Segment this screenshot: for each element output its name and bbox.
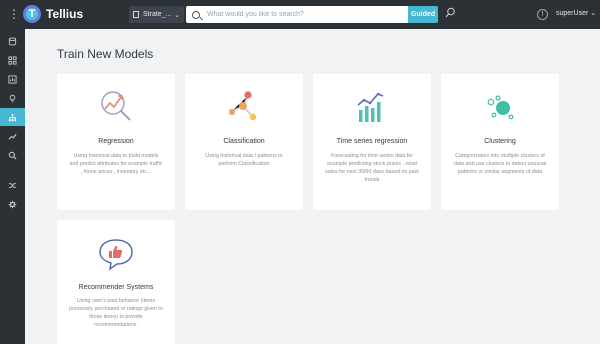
shuffle-icon	[8, 182, 17, 188]
time-series-chart-icon	[357, 92, 384, 122]
user-name: superUser	[556, 10, 589, 17]
card-title: Time series regression	[336, 138, 408, 145]
card-description: Using historical data to build models an…	[69, 153, 163, 175]
sidebar-item-search[interactable]	[0, 146, 25, 164]
app-logo[interactable]: Tellius	[23, 5, 83, 23]
model-card-time-series-regression[interactable]: Time series regression Forecasting for t…	[313, 74, 431, 210]
sidebar-item-data[interactable]	[0, 32, 25, 50]
card-description: Using historical data / patterns to perf…	[205, 153, 283, 167]
card-description: Using user's past behavior (items previo…	[69, 298, 163, 328]
recommendation-chat-icon	[99, 239, 133, 271]
guided-button[interactable]: Guided	[408, 6, 438, 23]
search-bar	[186, 6, 408, 23]
regression-icon	[101, 91, 131, 121]
card-description: Categorization into multiple clusters of…	[453, 153, 547, 175]
sidebar-item-trends[interactable]	[0, 127, 25, 145]
dashboard-icon	[8, 74, 17, 84]
gear-icon	[8, 200, 17, 208]
hierarchy-icon	[8, 113, 17, 121]
card-title: Recommender Systems	[78, 284, 154, 291]
app-name: Tellius	[46, 7, 84, 21]
dataset-label: Strate_...	[143, 11, 172, 18]
model-card-clustering[interactable]: Clustering Categorization into multiple …	[441, 74, 559, 210]
card-title: Clustering	[484, 138, 516, 145]
card-title: Regression	[98, 138, 134, 145]
sidebar	[0, 29, 25, 344]
chevron-down-icon: ⌄	[590, 10, 597, 17]
search-input[interactable]	[207, 11, 408, 18]
sidebar-item-vizpad[interactable]	[0, 70, 25, 88]
chevron-down-icon: ⌄	[174, 11, 180, 19]
card-description: Forecasting for time series data for exa…	[325, 153, 419, 183]
classification-icon	[229, 91, 257, 121]
model-card-regression[interactable]: Regression Using historical data to buil…	[57, 74, 175, 210]
dataset-icon	[133, 11, 139, 18]
lightbulb-icon	[9, 94, 16, 102]
sidebar-item-predict[interactable]	[0, 108, 25, 126]
search-icon	[8, 151, 17, 159]
dataset-selector[interactable]: Strate_... ⌄	[129, 6, 184, 23]
kebab-menu-icon[interactable]: ⋮	[8, 7, 20, 22]
sidebar-item-explore[interactable]	[0, 51, 25, 69]
top-bar: ⋮ Tellius Strate_... ⌄ Guided ! superUse…	[0, 0, 600, 29]
grid-icon	[8, 55, 17, 65]
page-title: Train New Models	[57, 47, 154, 61]
database-icon	[8, 36, 17, 46]
card-title: Classification	[223, 138, 265, 145]
search-icon	[192, 10, 200, 19]
clustering-icon	[487, 95, 514, 120]
info-icon[interactable]: !	[537, 9, 548, 20]
tellius-logo-icon	[23, 5, 41, 23]
sidebar-item-insights[interactable]	[0, 89, 25, 107]
voice-search-icon[interactable]	[443, 7, 458, 22]
trend-line-icon	[8, 133, 17, 140]
sidebar-item-flows[interactable]	[0, 176, 25, 194]
user-menu[interactable]: superUser ⌄	[556, 9, 596, 17]
sidebar-item-settings[interactable]	[0, 195, 25, 213]
model-card-recommender-systems[interactable]: Recommender Systems Using user's past be…	[57, 220, 175, 344]
model-card-classification[interactable]: Classification Using historical data / p…	[185, 74, 303, 210]
